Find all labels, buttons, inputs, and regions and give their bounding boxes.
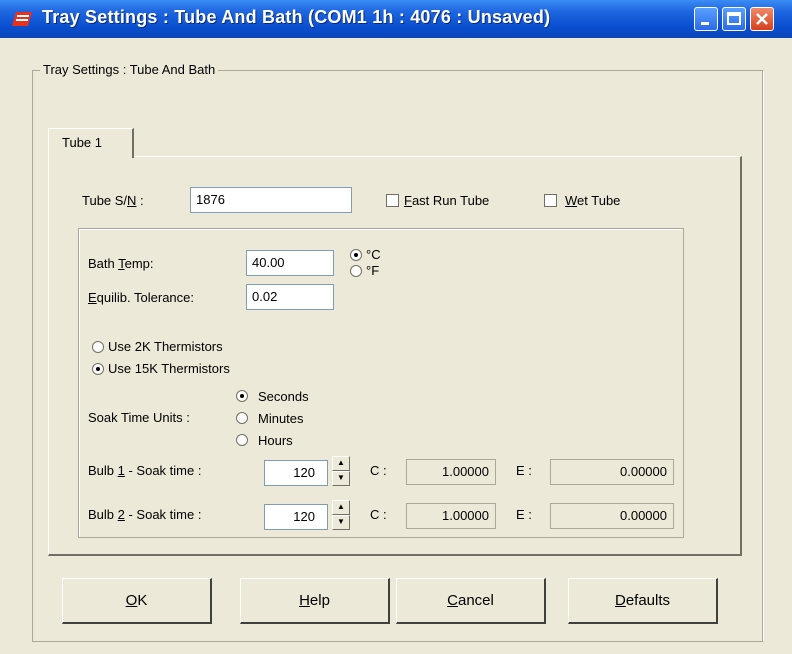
bulb-2-soak-input[interactable]: 120 xyxy=(264,504,328,530)
spin-up-icon[interactable]: ▲ xyxy=(332,500,350,515)
cancel-button[interactable]: Cancel xyxy=(396,578,546,624)
window-title: Tray Settings : Tube And Bath (COM1 1h :… xyxy=(42,7,551,27)
hours-label: Hours xyxy=(258,433,293,448)
bulb-1-soak-spinner[interactable]: ▲ ▼ xyxy=(332,456,350,486)
tube-sn-input[interactable]: 1876 xyxy=(190,187,352,213)
bulb-2-e-value: 0.00000 xyxy=(550,503,674,529)
bulb-1-soak-input[interactable]: 120 xyxy=(264,460,328,486)
thermistor-2k-label: Use 2K Thermistors xyxy=(108,339,223,354)
fast-run-tube-checkbox[interactable] xyxy=(386,194,399,207)
hours-radio[interactable] xyxy=(236,434,248,446)
bulb-1-soak-label: Bulb 1 - Soak time : xyxy=(88,463,202,478)
defaults-button[interactable]: Defaults xyxy=(568,578,718,624)
bulb-2-c-label: C : xyxy=(370,507,387,522)
fahrenheit-label: °F xyxy=(366,263,380,278)
tolerance-input[interactable]: 0.02 xyxy=(246,284,334,310)
bath-settings-box xyxy=(78,228,684,538)
maximize-button[interactable] xyxy=(722,7,746,31)
group-title: Tray Settings : Tube And Bath xyxy=(40,62,219,77)
minutes-radio[interactable] xyxy=(236,412,248,424)
help-button[interactable]: Help xyxy=(240,578,390,624)
thermistor-15k-label: Use 15K Thermistors xyxy=(108,361,230,376)
maximize-icon xyxy=(727,12,741,25)
celsius-radio[interactable] xyxy=(350,249,362,261)
fahrenheit-radio[interactable] xyxy=(350,265,362,277)
bath-temp-input[interactable]: 40.00 xyxy=(246,250,334,276)
bulb-2-soak-spinner[interactable]: ▲ ▼ xyxy=(332,500,350,530)
bulb-1-c-value: 1.00000 xyxy=(406,459,496,485)
seconds-label: Seconds xyxy=(258,389,309,404)
celsius-label: °C xyxy=(366,247,381,262)
bulb-2-e-label: E : xyxy=(516,507,532,522)
tab-label: Tube 1 xyxy=(62,135,102,150)
spin-down-icon[interactable]: ▼ xyxy=(332,471,350,486)
minutes-label: Minutes xyxy=(258,411,304,426)
bulb-1-e-label: E : xyxy=(516,463,532,478)
ok-button[interactable]: OK xyxy=(62,578,212,624)
tolerance-label: Equilib. Tolerance: xyxy=(88,290,194,305)
minimize-button[interactable] xyxy=(694,7,718,31)
bulb-1-c-label: C : xyxy=(370,463,387,478)
close-icon xyxy=(756,13,768,25)
wet-tube-checkbox[interactable] xyxy=(544,194,557,207)
spin-down-icon[interactable]: ▼ xyxy=(332,515,350,530)
seconds-radio[interactable] xyxy=(236,390,248,402)
spin-up-icon[interactable]: ▲ xyxy=(332,456,350,471)
wet-tube-label: Wet Tube xyxy=(565,193,621,208)
bulb-2-soak-label: Bulb 2 - Soak time : xyxy=(88,507,202,522)
bulb-1-e-value: 0.00000 xyxy=(550,459,674,485)
title-bar[interactable]: Tray Settings : Tube And Bath (COM1 1h :… xyxy=(0,0,792,38)
soak-units-label: Soak Time Units : xyxy=(88,410,190,425)
close-button[interactable] xyxy=(750,7,774,31)
thermistor-2k-radio[interactable] xyxy=(92,341,104,353)
bath-temp-label: Bath Temp: xyxy=(88,256,154,271)
thermistor-15k-radio[interactable] xyxy=(92,363,104,375)
tube-sn-label: Tube S/N : xyxy=(82,193,144,208)
minimize-icon xyxy=(701,22,709,25)
fast-run-tube-label: Fast Run Tube xyxy=(404,193,490,208)
bulb-2-c-value: 1.00000 xyxy=(406,503,496,529)
tray-app-icon xyxy=(12,12,32,26)
